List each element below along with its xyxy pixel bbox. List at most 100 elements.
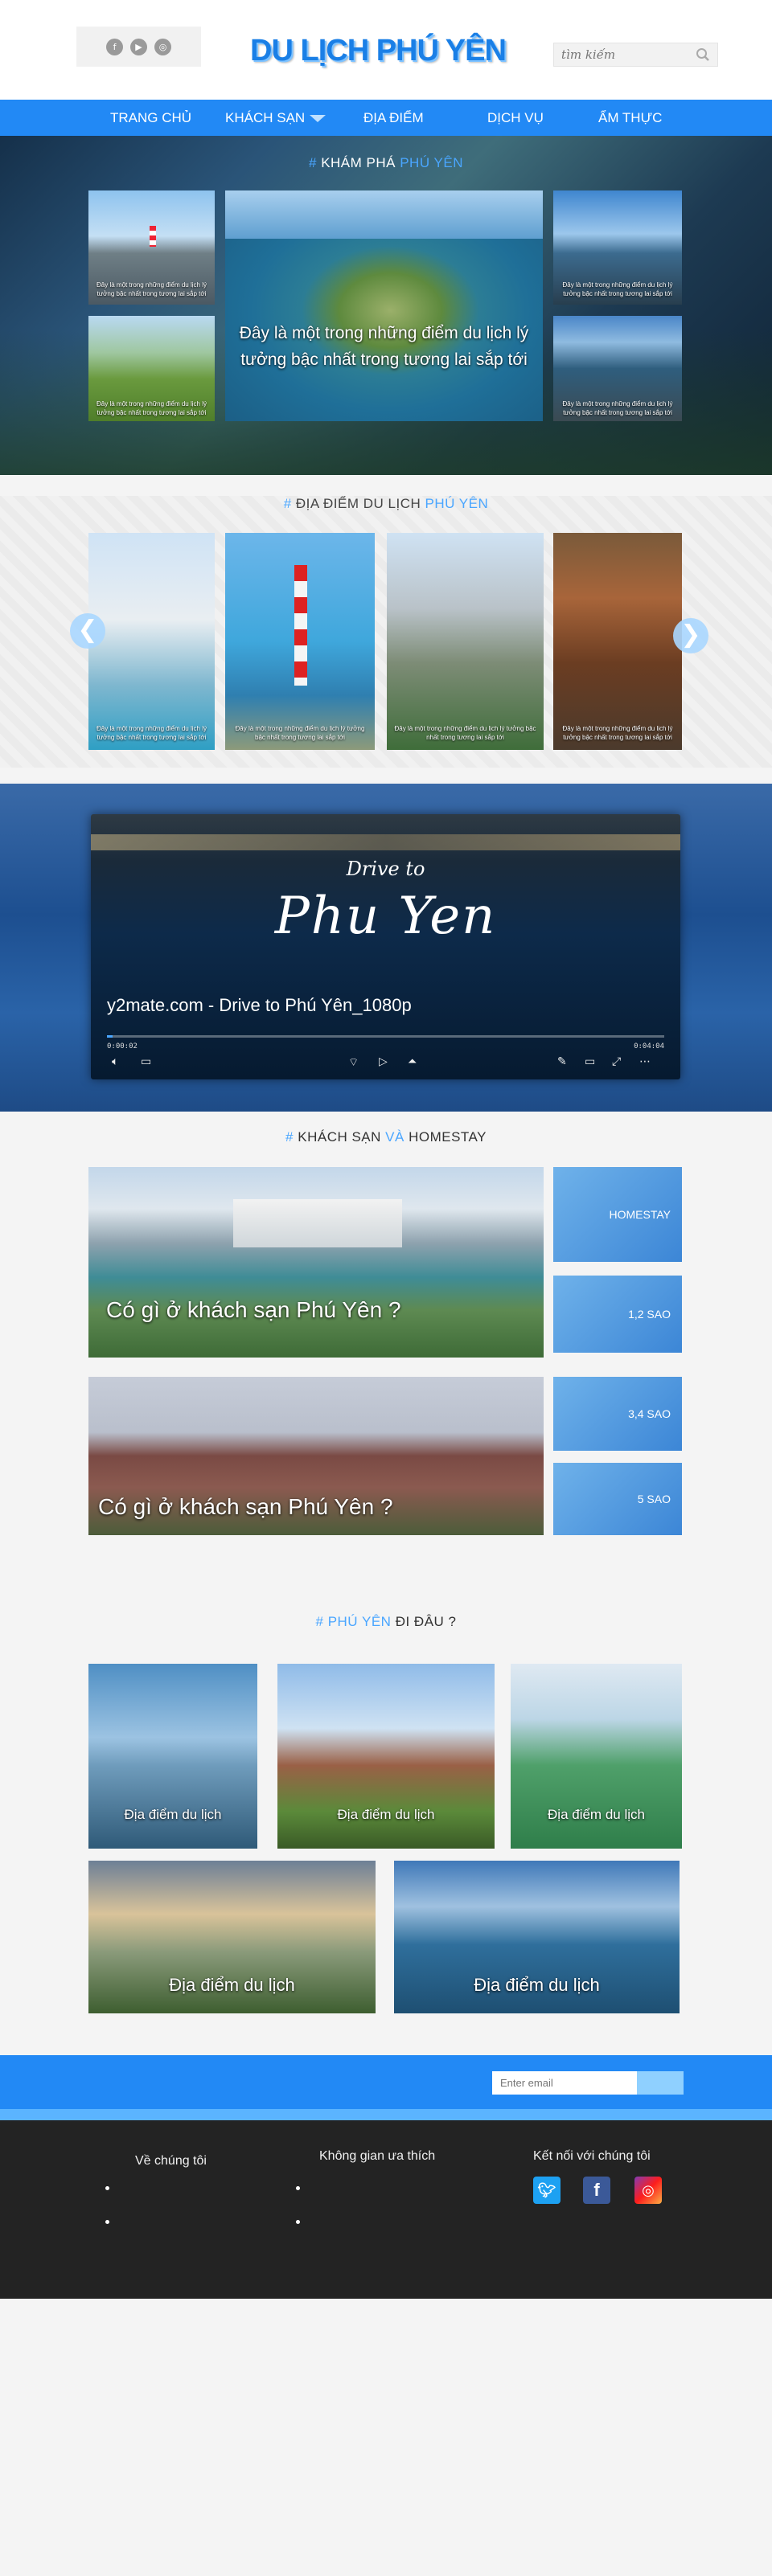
place-card-resort[interactable]: Đây là một trong những điểm du lịch lý t… [88,533,215,750]
explore-tile-meadow[interactable]: Đây là một trong những điểm du lịch lý t… [88,316,215,421]
title-highlight: PHÚ YÊN [400,155,463,170]
destination-caption: Địa điểm du lịch [169,1975,295,1995]
place-card-festival[interactable]: Đây là một trong những điểm du lịch lý t… [553,533,682,750]
captions-icon[interactable]: ▭ [141,1055,151,1068]
explore-title: # KHÁM PHÁ PHÚ YÊN [0,155,772,171]
explore-tile-bay[interactable]: Đây là một trong những điểm du lịch lý t… [553,190,682,305]
destination-caption: Địa điểm du lịch [124,1807,222,1822]
explore-tile-rocks[interactable]: Đây là một trong những điểm du lịch lý t… [553,316,682,421]
destination-card-mountain[interactable]: Địa điểm du lịch [88,1861,376,2013]
facebook-icon[interactable]: f [583,2177,610,2204]
hash-mark: # [285,1129,298,1145]
subscribe-button[interactable] [637,2071,684,2095]
video-title: y2mate.com - Drive to Phú Yên_1080p [107,995,412,1015]
title-highlight: PHÚ YÊN [425,496,489,511]
facebook-icon[interactable]: f [106,38,123,55]
nav-item-hotels[interactable]: KHÁCH SẠN [225,100,326,136]
footer-space-title: Không gian ưa thích [319,2149,436,2163]
where-title: # PHÚ YÊN ĐI ĐÂU ? [0,1614,772,1630]
featured-caption: Đây là một trong những điểm du lịch lý t… [239,324,529,369]
tile-caption: Đây là một trong những điểm du lịch lý t… [562,400,673,416]
destination-card-bay[interactable]: Địa điểm du lịch [394,1861,680,2013]
place-card-lighthouse[interactable]: Đây là một trong những điểm du lịch lý t… [225,533,375,750]
title-text: ĐỊA ĐIỂM DU LỊCH [295,496,425,511]
explore-tile-lighthouse[interactable]: Đây là một trong những điểm du lịch lý t… [88,190,215,305]
tile-label: 5 SAO [637,1493,671,1505]
card-caption: Đây là một trong những điểm du lịch lý t… [394,725,536,741]
nav-item-services[interactable]: DỊCH VỤ [487,100,544,136]
youtube-icon[interactable]: ▶ [130,38,147,55]
footer-space-bullet [296,2186,300,2190]
instagram-icon[interactable]: ◎ [154,38,171,55]
footer-about-title: Về chúng tôi [135,2154,207,2168]
more-icon[interactable]: ⋯ [639,1055,651,1068]
destination-card-tower[interactable]: Địa điểm du lịch [277,1664,495,1849]
hotel-card-caption: Có gì ở khách sạn Phú Yên ? [106,1297,401,1322]
place-card-church[interactable]: Đây là một trong những điểm du lịch lý t… [387,533,544,750]
hotel-card-caption: Có gì ở khách sạn Phú Yên ? [98,1494,393,1519]
video-script-top: Drive to [346,858,425,880]
search-input[interactable] [561,47,690,62]
destination-card-nets[interactable]: Địa điểm du lịch [511,1664,682,1849]
footer-about-bullet [105,2220,109,2224]
hotel-card-2[interactable]: Có gì ở khách sạn Phú Yên ? [88,1377,544,1535]
site-header: f ▶ ◎ DU LỊCH PHÚ YÊN [0,0,772,100]
newsletter-accent-line [0,2109,772,2120]
hotel-tile-homestay[interactable]: HOMESTAY [553,1167,682,1262]
card-caption: Đây là một trong những điểm du lịch lý t… [562,725,673,741]
twitter-icon[interactable]: 🐦︎ [533,2177,561,2204]
nav-item-home[interactable]: TRANG CHỦ [110,100,191,136]
main-nav: TRANG CHỦ KHÁCH SẠN ĐỊA ĐIỂM DỊCH VỤ ẨM … [0,100,772,136]
video-player[interactable]: Drive to Phu Yen y2mate.com - Drive to P… [91,814,680,1079]
total-time: 0:04:04 [634,1042,664,1050]
title-and: VÀ [385,1129,409,1145]
hotel-tile-1-2-star[interactable]: 1,2 SAO [553,1276,682,1353]
horizon-shape [91,834,680,850]
progress-fill [107,1035,113,1038]
play-icon[interactable]: ▷ [379,1055,388,1068]
miniplayer-icon[interactable]: ▭ [585,1055,595,1068]
sky-shape [225,190,543,239]
footer-connect-title: Kết nối với chúng tôi [533,2149,651,2163]
video-script-main: Phu Yen [274,887,497,946]
footer-space-bullet [296,2220,300,2224]
destination-caption: Địa điểm du lịch [474,1975,600,1995]
airplay-icon[interactable]: ⏶ [408,1055,417,1068]
hotel-card-1[interactable]: Có gì ở khách sạn Phú Yên ? [88,1167,544,1358]
fullscreen-icon[interactable]: ⤢ [612,1055,621,1068]
title-text: KHÁM PHÁ [321,155,400,170]
nav-item-hotels-label: KHÁCH SẠN [225,110,306,125]
hash-mark: # [283,496,296,511]
tile-label: 3,4 SAO [628,1407,671,1420]
footer-about-bullet [105,2186,109,2190]
nav-item-food[interactable]: ẨM THỰC [598,100,662,136]
instagram-icon[interactable]: ◎ [634,2177,662,2204]
lighthouse-shape [294,565,307,686]
email-field[interactable] [492,2071,637,2095]
hotel-tile-5-star[interactable]: 5 SAO [553,1463,682,1535]
edit-icon[interactable]: ✎ [557,1055,567,1068]
video-progress-bar[interactable] [107,1035,664,1038]
nav-item-places[interactable]: ĐỊA ĐIỂM [363,100,424,136]
site-footer: Về chúng tôi Không gian ưa thích Kết nối… [0,2120,772,2299]
places-title: # ĐỊA ĐIỂM DU LỊCH PHÚ YÊN [0,496,772,512]
card-caption: Đây là một trong những điểm du lịch lý t… [235,725,365,741]
carousel-prev-button[interactable]: ❮ [70,613,105,649]
title-text: KHÁCH SẠN [298,1129,386,1145]
places-section: # ĐỊA ĐIỂM DU LỊCH PHÚ YÊN Đây là một tr… [0,496,772,768]
volume-icon[interactable]: 🔈︎ [112,1055,118,1068]
search-icon[interactable] [696,47,710,62]
site-logo[interactable]: DU LỊCH PHÚ YÊN [241,34,515,68]
hotels-title: # KHÁCH SẠN VÀ HOMESTAY [0,1129,772,1145]
tile-caption: Đây là một trong những điểm du lịch lý t… [96,400,207,416]
search-box [553,43,718,67]
carousel-next-button[interactable]: ❯ [673,618,708,653]
current-time: 0:00:02 [107,1042,138,1050]
destination-card-fisherman[interactable]: Địa điểm du lịch [88,1664,257,1849]
social-links: f ▶ ◎ [76,27,201,67]
lighthouse-shape [150,226,156,247]
hotel-tile-3-4-star[interactable]: 3,4 SAO [553,1377,682,1451]
cast-icon[interactable]: ⌔ [348,1055,359,1070]
explore-featured-tile[interactable]: Đây là một trong những điểm du lịch lý t… [225,190,543,421]
title-text: ĐI ĐÂU ? [395,1614,457,1629]
